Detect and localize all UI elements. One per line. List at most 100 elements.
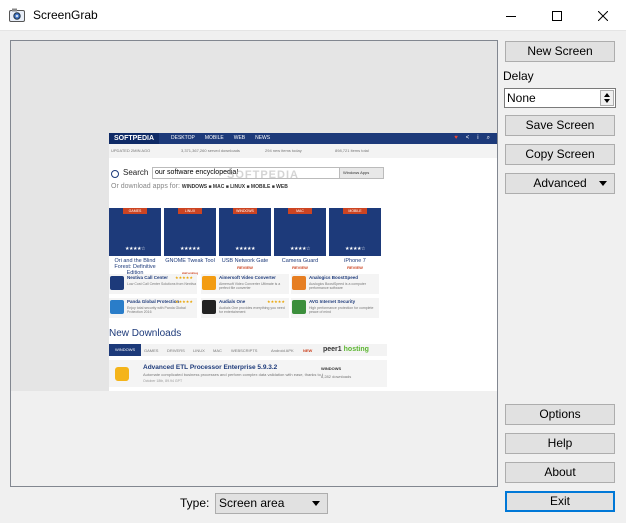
advanced-label: Advanced [533, 176, 587, 190]
help-button[interactable]: Help [505, 433, 615, 454]
site-sponsor-peer: peer1 [323, 346, 342, 353]
site-nav-bar: SOFTPEDIA DESKTOP MOBILE WEB NEWS ♥ < i ⌕ [109, 133, 497, 144]
delay-spin-buttons[interactable] [600, 90, 614, 106]
preview-canvas: SOFTPEDIA DESKTOP MOBILE WEB NEWS ♥ < i ⌕ UPDA… [11, 41, 497, 391]
site-download-row: Advanced ETL Processor Enterprise 5.9.3.… [109, 360, 387, 387]
site-downloads-tab: NEW [303, 348, 313, 353]
site-nav-link: WEB [233, 135, 246, 141]
site-logo: SOFTPEDIA [109, 133, 159, 144]
maximize-icon [552, 10, 562, 21]
site-search-value: our software encyclopedia! [155, 169, 239, 176]
site-nav-icons: ♥ < i ⌕ [446, 133, 490, 144]
site-or-word: Or [111, 183, 119, 190]
site-tile-tag: MOBILE [343, 208, 367, 214]
type-select[interactable]: Screen area [215, 493, 328, 514]
site-tile-tag: LINUX [178, 208, 202, 214]
site-list-item: Nextiva Call Center ★★★★★ Low Cost Call Ce… [109, 274, 197, 294]
info-icon: i [477, 135, 479, 141]
site-downloads-tab: DRIVERS [167, 348, 185, 353]
app-icon [9, 8, 25, 22]
site-nav-link: MOBILE [204, 135, 224, 141]
site-tile-name: iPhone 7 [344, 258, 366, 264]
rating-stars-icon: ★★★★☆ [290, 246, 310, 252]
save-screen-button[interactable]: Save Screen [505, 115, 615, 136]
chevron-down-icon [312, 501, 320, 506]
site-stats-bar: UPDATED 2MIN AGO 3,371,367,260 served do… [109, 144, 497, 158]
site-item-desc: Enjoy total security with Panda Global P… [127, 306, 186, 314]
site-downloads-tab: GAMES [144, 348, 159, 353]
site-item-desc: Auslogics BoostSpeed is a computer perfo… [309, 282, 367, 290]
delay-value: None [507, 91, 536, 105]
about-button[interactable]: About [505, 462, 615, 483]
site-download-meta: October 18th, 89.94 GPT [143, 379, 183, 383]
site-tile: WINDOWS ★★★★★ [219, 208, 271, 256]
spin-down-icon[interactable] [604, 99, 610, 103]
site-new-downloads-title: New Downloads [109, 328, 182, 339]
site-tile-tag: WINDOWS [233, 208, 257, 214]
app-icon [202, 300, 216, 314]
site-item-name: Analogics BoostSpeed [309, 275, 359, 280]
site-browse-text: download apps for: [120, 183, 180, 190]
site-list-item: AVG Internet Security High performance pr… [291, 298, 379, 318]
advanced-button[interactable]: Advanced [505, 173, 615, 194]
site-downloads-tab: Android APK [271, 348, 294, 353]
site-tile: LINUX ★★★★★ [164, 208, 216, 256]
site-stat: 898,721 items total [335, 148, 369, 153]
heart-icon: ♥ [454, 135, 458, 141]
exit-button[interactable]: Exit [505, 491, 615, 512]
site-nav-link: NEWS [255, 135, 271, 141]
site-item-desc: Audials One provides everything you need… [219, 306, 285, 314]
search-icon: ⌕ [486, 135, 490, 141]
site-download-desc: Automate complicated business processes … [143, 372, 324, 377]
delay-label: Delay [503, 69, 534, 83]
minimize-icon [506, 15, 516, 17]
site-tile-review: REVIEW [237, 265, 253, 270]
site-platform-list: WINDOWS ■ MAC ■ LINUX ■ MOBILE ■ WEB [181, 184, 288, 190]
app-icon [110, 276, 124, 290]
app-icon [292, 276, 306, 290]
rating-stars-icon: ★★★★★ [180, 246, 200, 252]
site-downloads-tab: MAC [213, 348, 222, 353]
site-tile-name: GNOME Tweak Tool [165, 258, 215, 264]
spin-up-icon[interactable] [604, 93, 610, 97]
site-tile-tag: MAC [288, 208, 312, 214]
close-button[interactable] [580, 0, 626, 31]
site-item-desc: Low Cost Call Center Solutions from Next… [127, 282, 197, 286]
site-tile-name: Camera Guard [281, 258, 319, 264]
new-screen-button[interactable]: New Screen [505, 41, 615, 62]
delay-spinbox[interactable]: None [504, 88, 616, 108]
site-list-item: Panda Global Protection ★★★★★ Enjoy total … [109, 298, 197, 318]
site-search-icon [111, 170, 119, 178]
site-item-desc: High performance protection for complete… [309, 306, 374, 314]
type-label: Type: [180, 496, 210, 510]
minimize-button[interactable] [488, 0, 534, 31]
captured-image: SOFTPEDIA DESKTOP MOBILE WEB NEWS ♥ < i ⌕ UPDA… [109, 133, 497, 391]
site-search-scope: Windows Apps [339, 168, 383, 178]
site-stat: UPDATED 2MIN AGO [111, 148, 151, 153]
site-tile-tag: GAMES [123, 208, 147, 214]
site-downloads-tab: LINUX [193, 348, 205, 353]
rating-stars-icon: ★★★★☆ [125, 246, 145, 252]
type-value: Screen area [219, 496, 285, 510]
maximize-button[interactable] [534, 0, 580, 31]
title-bar: ScreenGrab [0, 0, 626, 31]
site-download-count: 8,282 downloads [321, 374, 352, 379]
site-tile: MAC ★★★★☆ [274, 208, 326, 256]
site-tile: GAMES ★★★★☆ [109, 208, 161, 256]
app-icon [115, 367, 129, 381]
options-button[interactable]: Options [505, 404, 615, 425]
close-icon [598, 10, 608, 21]
site-item-name: Aimersoft Video Converter [219, 275, 276, 280]
copy-screen-button[interactable]: Copy Screen [505, 144, 615, 165]
site-sponsor: peer1 hosting [323, 346, 369, 353]
rating-stars-icon: ★★★★★ [175, 275, 193, 280]
site-list-item: Analogics BoostSpeed Auslogics BoostSpeed… [291, 274, 379, 294]
site-tile-review: REVIEW [347, 265, 363, 270]
site-item-name: AVG Internet Security [309, 299, 356, 304]
rating-stars-icon: ★★★★★ [175, 299, 193, 304]
dropdown-arrow-icon [599, 181, 607, 186]
site-tile: MOBILE ★★★★☆ [329, 208, 381, 256]
site-platforms-line: Or download apps for: WINDOWS ■ MAC ■ LI… [111, 183, 288, 190]
site-search-word: Search [123, 168, 149, 177]
site-list-item: Aimersoft Video Converter Aimersoft Video… [201, 274, 289, 294]
